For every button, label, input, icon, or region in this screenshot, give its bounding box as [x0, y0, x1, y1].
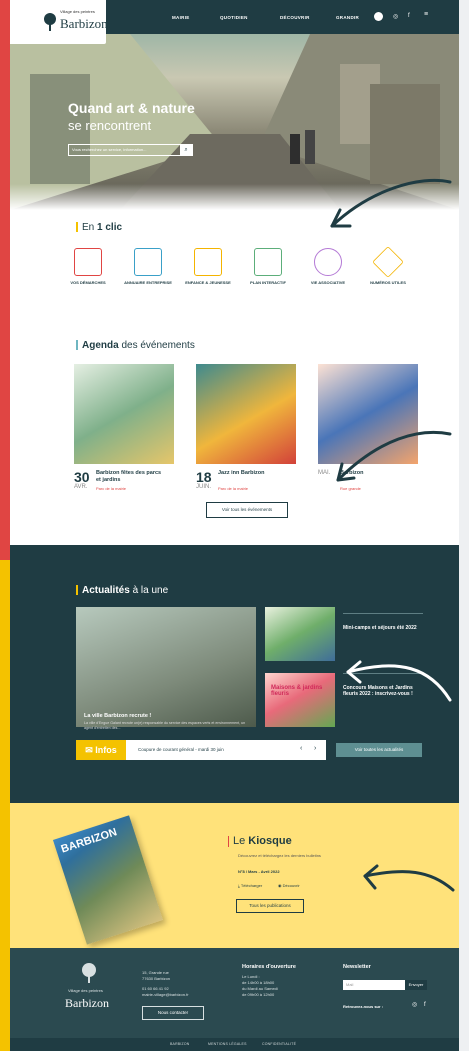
- building-icon: [134, 248, 162, 276]
- instagram-icon[interactable]: ◎: [393, 13, 398, 20]
- annotation-arrow-4: [363, 864, 455, 892]
- all-news-button[interactable]: Voir toutes les actualités: [336, 743, 422, 757]
- blocks-icon: [194, 248, 222, 276]
- all-events-button[interactable]: Voir tous les événements: [206, 502, 288, 518]
- racket-icon: [314, 248, 342, 276]
- event-card-2-image[interactable]: [196, 364, 296, 464]
- en1clic-title: En 1 clic: [76, 222, 122, 233]
- prev-arrow-icon[interactable]: ‹: [300, 745, 302, 752]
- annotation-arrow-3: [346, 660, 452, 702]
- hero-search-input[interactable]: Vous recherchez un service, information.…: [68, 144, 193, 156]
- quick-link-vie-asso[interactable]: VIE ASSOCIATIVE: [303, 248, 353, 286]
- news-link-camps[interactable]: Mini-camps et séjours été 2022: [343, 625, 423, 631]
- instagram-icon[interactable]: ◎: [412, 1002, 417, 1008]
- kiosque-title: Le Kiosque: [228, 835, 292, 847]
- right-backdrop: [459, 0, 469, 1051]
- newsletter-submit-button[interactable]: Envoyer: [405, 980, 427, 990]
- follow-label: Retrouvez-nous sur :: [343, 1004, 384, 1009]
- quick-link-enfance[interactable]: ENFANCE & JEUNESSE: [183, 248, 233, 286]
- footer-address: 15, Grande rue 77630 Barbizon: [142, 970, 171, 981]
- megaphone-icon: ✉: [85, 745, 96, 755]
- annotation-arrow-2: [336, 430, 452, 482]
- left-yellow-band: [0, 560, 10, 1051]
- menu-icon[interactable]: ≡: [424, 11, 428, 18]
- quick-link-annuaire[interactable]: ANNUAIRE ENTREPRISE: [123, 248, 173, 286]
- event-card-1-image[interactable]: [74, 364, 174, 464]
- infos-badge: ✉ Infos: [76, 740, 126, 760]
- view-link[interactable]: ◉ Découvrir: [278, 883, 300, 888]
- logo-tagline: Village des peintres: [60, 9, 95, 14]
- footer-contact: 01 60 66 41 92 mairie-village@barbizon.fr: [142, 986, 189, 997]
- search-icon[interactable]: ⌕: [180, 144, 192, 156]
- facebook-icon[interactable]: f: [424, 1002, 426, 1008]
- footer-tree-icon: [82, 963, 96, 983]
- annotation-arrow-1: [330, 178, 452, 228]
- nav-quotidien[interactable]: QUOTIDIEN: [220, 15, 248, 20]
- tree-logo-icon: [44, 13, 56, 31]
- kiosque-issue: N°8 / Mars - Avril 2022: [238, 869, 280, 874]
- nav-grandir[interactable]: GRANDIR: [336, 15, 359, 20]
- newsletter-email-input[interactable]: Mail: [343, 980, 405, 990]
- download-link[interactable]: ⤓ Télécharger: [238, 883, 262, 888]
- contact-button[interactable]: Nous contacter: [142, 1006, 204, 1020]
- kiosque-subtitle: Découvrez et téléchargez les derniers bu…: [238, 853, 321, 858]
- footer-links-bar: BARBIZON MENTIONS LÉGALES CONFIDENTIALIT…: [10, 1038, 459, 1051]
- event-1-info[interactable]: 30 AVR. Barbizon fêtes des parcs et jard…: [74, 470, 161, 491]
- footer-link-mentions[interactable]: MENTIONS LÉGALES: [208, 1042, 247, 1046]
- footer-hours: Horaires d'ouverture Le Lundi : de 14h00…: [242, 964, 296, 997]
- magazine-cover[interactable]: BARBIZON: [52, 815, 164, 945]
- phone-icon: [372, 246, 404, 278]
- quick-link-numeros[interactable]: NUMÉROS UTILES: [363, 246, 413, 286]
- news-card-camps[interactable]: [265, 607, 335, 661]
- news-card-jardins[interactable]: Maisons & jardins fleuris: [265, 673, 335, 727]
- quick-link-demarches[interactable]: VOS DÉMARCHES: [63, 248, 113, 286]
- hero-subtitle: se rencontrent: [68, 118, 152, 133]
- nav-decouvrir[interactable]: DÉCOUVRIR: [280, 15, 310, 20]
- site-logo[interactable]: Village des peintres Barbizon: [10, 0, 108, 44]
- event-2-info[interactable]: 18 JUIN. Jazz inn Barbizon Parc de la ma…: [196, 470, 264, 491]
- page-mockup: Quand art & nature se rencontrent Vous r…: [10, 0, 459, 1051]
- facebook-icon[interactable]: f: [408, 13, 410, 19]
- user-icon[interactable]: [374, 12, 383, 21]
- all-publications-button[interactable]: Tous les publications: [236, 899, 304, 913]
- divider: [343, 613, 423, 614]
- footer-logo-name: Barbizon: [65, 996, 109, 1010]
- featured-news-card[interactable]: La ville Barbizon recrute ! La ville d'E…: [76, 607, 256, 730]
- hero-title: Quand art & nature: [68, 100, 195, 116]
- agenda-title: Agenda des événements: [76, 340, 195, 351]
- footer-link-barbizon[interactable]: BARBIZON: [170, 1042, 190, 1046]
- nav-mairie[interactable]: MAIRIE: [172, 15, 190, 20]
- footer-link-confidentialite[interactable]: CONFIDENTIALITÉ: [262, 1042, 296, 1046]
- form-icon: [74, 248, 102, 276]
- infos-ticker[interactable]: Coupure de courant général - mardi 30 ju…: [126, 740, 326, 760]
- footer: Village des peintres Barbizon 15, Grande…: [10, 948, 459, 1038]
- news-title: Actualités à la une: [76, 585, 168, 596]
- quick-link-plan[interactable]: PLAN INTERACTIF: [243, 248, 293, 286]
- footer-newsletter: Newsletter: [343, 964, 371, 970]
- next-arrow-icon[interactable]: ›: [314, 745, 316, 752]
- logo-name: Barbizon: [60, 16, 108, 31]
- left-red-band: [0, 0, 10, 560]
- map-icon: [254, 248, 282, 276]
- footer-logo-tagline: Village des peintres: [68, 988, 103, 993]
